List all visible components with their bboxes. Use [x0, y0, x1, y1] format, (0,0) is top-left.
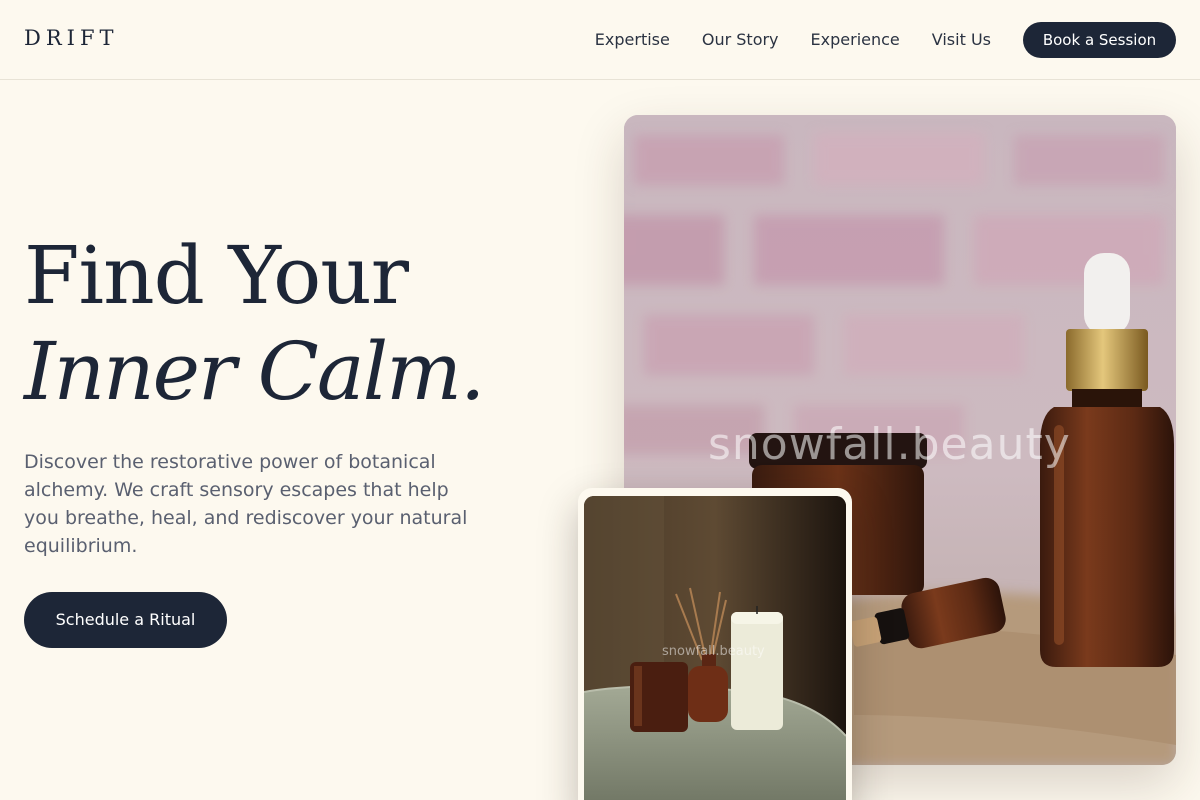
hero-headline: Find Your Inner Calm.: [24, 228, 485, 420]
nav-link-expertise[interactable]: Expertise: [595, 22, 670, 58]
schedule-ritual-button[interactable]: Schedule a Ritual: [24, 592, 227, 648]
hero-title-line2: Inner Calm.: [24, 325, 485, 418]
nav-link-experience[interactable]: Experience: [811, 22, 900, 58]
nav-link-our-story[interactable]: Our Story: [702, 22, 779, 58]
nav-link-visit-us[interactable]: Visit Us: [932, 22, 991, 58]
main-image-watermark: snowfall.beauty: [708, 419, 1071, 470]
main-nav: Expertise Our Story Experience Visit Us …: [595, 22, 1176, 58]
candle-photo: snowfall.beauty: [584, 496, 846, 800]
brand-logo[interactable]: DRIFT: [24, 26, 119, 50]
hero-description: Discover the restorative power of botani…: [24, 451, 468, 557]
hero-title-line1: Find Your: [24, 229, 409, 322]
secondary-image-card: snowfall.beauty: [578, 488, 852, 800]
site-header: DRIFT Expertise Our Story Experience Vis…: [0, 0, 1200, 80]
secondary-image-watermark: snowfall.beauty: [662, 644, 765, 659]
book-session-button[interactable]: Book a Session: [1023, 22, 1176, 58]
